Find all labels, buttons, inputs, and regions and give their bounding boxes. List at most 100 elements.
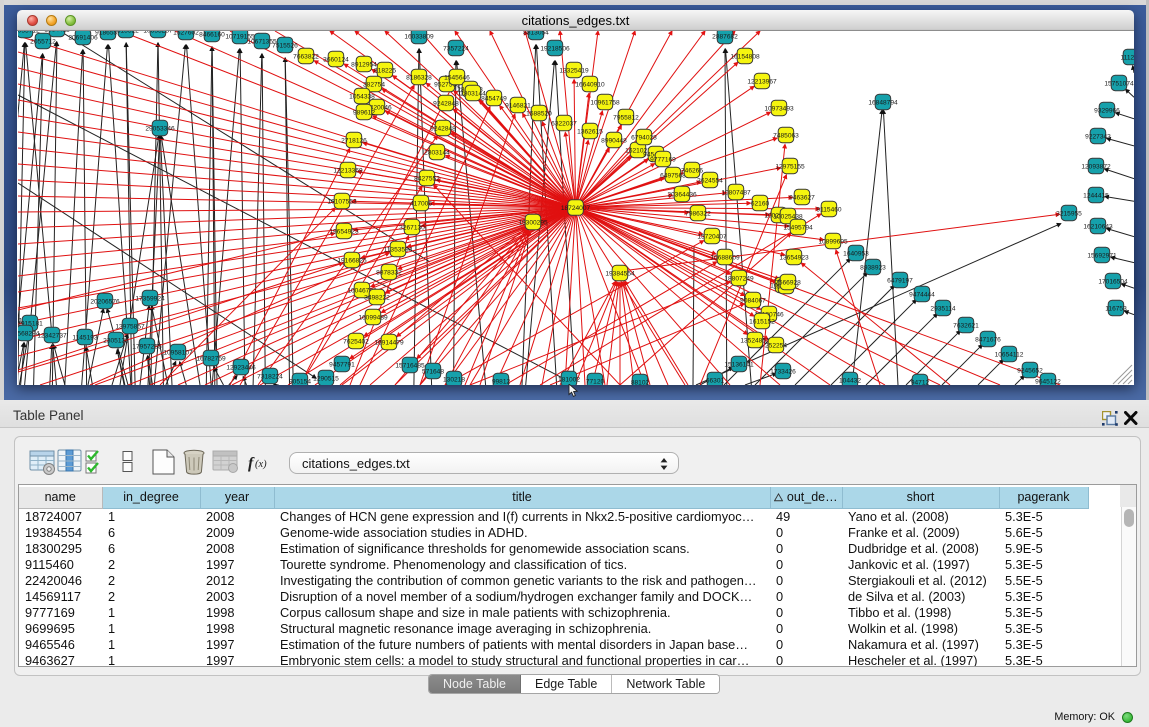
svg-text:16154808: 16154808	[730, 53, 760, 60]
svg-text:9115460: 9115460	[816, 206, 842, 213]
svg-text:(x): (x)	[255, 459, 267, 470]
svg-text:7566928: 7566928	[775, 279, 801, 286]
svg-text:9227343: 9227343	[1085, 133, 1111, 140]
svg-text:20206576: 20206576	[90, 298, 120, 305]
svg-text:2055712: 2055712	[30, 38, 56, 45]
svg-text:16210643: 16210643	[1083, 223, 1113, 230]
svg-text:818225: 818225	[374, 67, 396, 74]
svg-text:f: f	[248, 455, 255, 472]
svg-text:9245652: 9245652	[1017, 367, 1043, 374]
svg-text:1084411: 1084411	[44, 31, 70, 33]
svg-text:116753: 116753	[1105, 305, 1127, 312]
svg-text:2718126: 2718126	[341, 137, 367, 144]
svg-text:8466160: 8466160	[199, 31, 225, 38]
svg-text:3215955: 3215955	[1056, 210, 1082, 217]
svg-text:94712: 94712	[911, 379, 930, 385]
svg-text:7485063: 7485063	[773, 132, 799, 139]
svg-text:17957255: 17957255	[132, 343, 162, 350]
svg-text:7513322: 7513322	[113, 31, 139, 34]
svg-text:15495794: 15495794	[783, 224, 813, 231]
svg-text:62160: 62160	[751, 200, 770, 207]
svg-text:88102: 88102	[631, 379, 650, 385]
svg-text:181002: 181002	[558, 376, 580, 383]
svg-text:20691406: 20691406	[68, 34, 98, 41]
svg-text:10688609: 10688609	[710, 254, 740, 261]
svg-text:9777169: 9777169	[650, 156, 676, 163]
svg-text:13654923: 13654923	[779, 254, 809, 261]
svg-text:8878332: 8878332	[376, 269, 402, 276]
svg-text:8813054: 8813054	[523, 31, 549, 36]
svg-text:10958107: 10958107	[163, 349, 193, 356]
svg-text:8427552: 8427552	[414, 175, 440, 182]
svg-text:16914479: 16914479	[374, 339, 404, 346]
svg-text:7515526: 7515526	[272, 42, 298, 49]
svg-text:12213369: 12213369	[333, 167, 363, 174]
svg-text:1733426: 1733426	[770, 368, 796, 375]
svg-text:1545646: 1545646	[444, 74, 470, 81]
svg-text:8454749: 8454749	[481, 95, 507, 102]
svg-text:9146821: 9146821	[505, 102, 531, 109]
svg-text:19166825: 19166825	[337, 257, 367, 264]
svg-text:2887682: 2887682	[712, 33, 738, 40]
svg-text:9084067: 9084067	[740, 297, 766, 304]
svg-text:10807487: 10807487	[721, 189, 751, 196]
svg-text:9329966: 9329966	[1094, 107, 1120, 114]
svg-text:6794028: 6794028	[631, 134, 657, 141]
svg-text:1145193: 1145193	[72, 334, 98, 341]
svg-text:8938923: 8938923	[860, 264, 886, 271]
svg-text:17359924: 17359924	[135, 295, 165, 302]
svg-text:9474444: 9474444	[909, 291, 935, 298]
svg-text:16099489: 16099489	[358, 314, 388, 321]
svg-text:1244415: 1244415	[1083, 192, 1109, 199]
svg-text:10107553: 10107553	[327, 198, 357, 205]
svg-text:16033809: 16033809	[404, 33, 434, 40]
svg-text:13325419: 13325419	[559, 67, 589, 74]
svg-text:15136141: 15136141	[724, 361, 754, 368]
svg-text:17016504: 17016504	[1098, 278, 1128, 285]
svg-text:571648: 571648	[422, 368, 444, 375]
svg-text:15716485: 15716485	[395, 362, 425, 369]
svg-text:104432: 104432	[839, 377, 861, 384]
svg-text:7625402: 7625402	[343, 338, 369, 345]
svg-text:1588520: 1588520	[526, 110, 552, 117]
svg-text:3498222: 3498222	[364, 294, 390, 301]
svg-text:252254: 252254	[765, 342, 787, 349]
svg-text:1615152: 1615152	[749, 318, 775, 325]
svg-text:7663822: 7663822	[293, 53, 319, 60]
svg-text:12093872: 12093872	[1081, 163, 1111, 170]
svg-text:12975155: 12975155	[775, 163, 805, 170]
svg-text:12213967: 12213967	[747, 78, 777, 85]
svg-text:3624554: 3624554	[697, 177, 723, 184]
svg-text:7986322: 7986322	[685, 210, 711, 217]
svg-text:18807249: 18807249	[724, 275, 754, 282]
svg-text:11353594: 11353594	[384, 246, 413, 253]
svg-text:16848794: 16848794	[868, 99, 898, 106]
svg-text:19300295: 19300295	[518, 219, 548, 226]
svg-text:66301: 66301	[706, 377, 725, 384]
svg-text:1527602: 1527602	[173, 31, 199, 36]
svg-text:8990448: 8990448	[601, 137, 627, 144]
svg-text:8471676: 8471676	[975, 336, 1001, 343]
svg-text:16782759: 16782759	[196, 355, 226, 362]
svg-text:417006: 417006	[410, 200, 432, 207]
svg-text:77120: 77120	[586, 378, 605, 385]
svg-text:1290515: 1290515	[313, 375, 339, 382]
svg-text:20364436: 20364436	[667, 191, 697, 198]
svg-text:2935114: 2935114	[930, 305, 956, 312]
svg-text:15720407: 15720407	[697, 233, 727, 240]
svg-text:15751074: 15751074	[1104, 80, 1134, 87]
svg-text:6479197: 6479197	[887, 277, 913, 284]
svg-text:12923446: 12923446	[226, 364, 256, 371]
svg-text:19384554: 19384554	[605, 270, 635, 277]
svg-text:29053346: 29053346	[145, 125, 175, 132]
svg-text:111234: 111234	[1120, 54, 1134, 61]
svg-text:18724007: 18724007	[561, 205, 591, 212]
svg-text:10654112: 10654112	[995, 351, 1024, 358]
svg-text:3267130: 3267130	[399, 224, 425, 231]
svg-text:6322037: 6322037	[551, 120, 577, 127]
svg-text:905154: 905154	[289, 378, 311, 385]
svg-text:9645122: 9645122	[1035, 378, 1061, 385]
svg-text:99812: 99812	[492, 378, 511, 385]
svg-text:3660124: 3660124	[323, 56, 349, 63]
svg-text:15692971: 15692971	[1087, 252, 1117, 259]
